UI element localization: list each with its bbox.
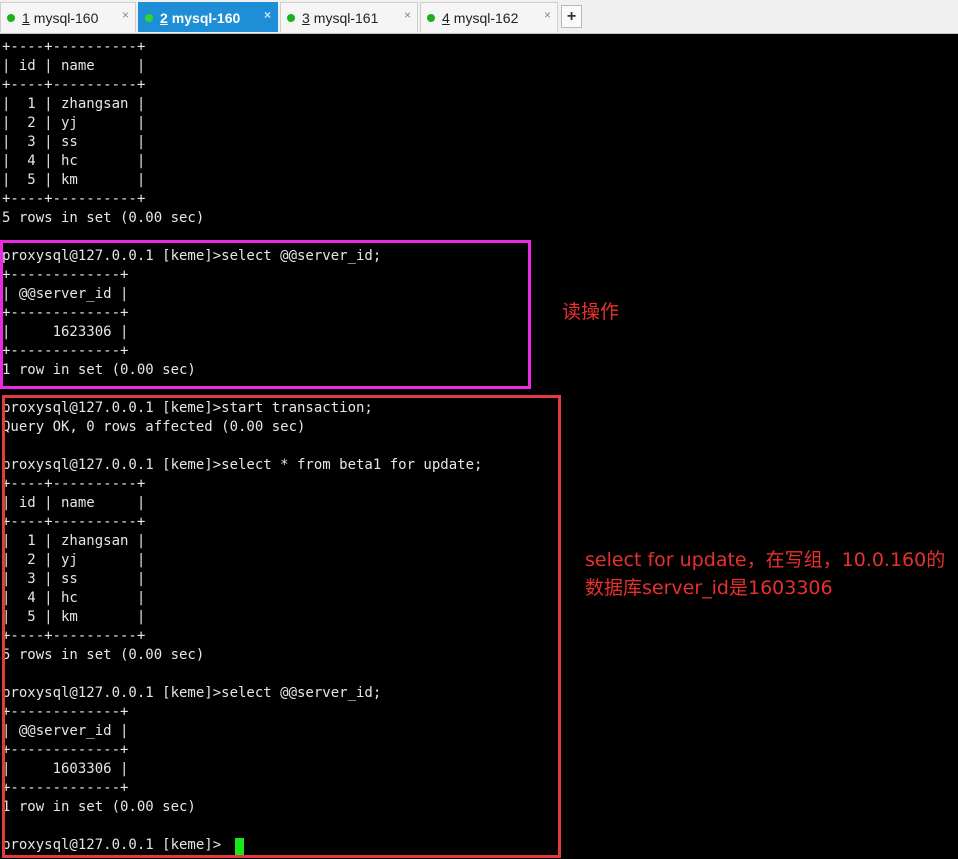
tab-label: mysql-160: [171, 9, 241, 26]
tab-number: 4: [442, 9, 450, 26]
read-operation-highlight: [0, 240, 531, 389]
tab-mysql-161[interactable]: 3 mysql-161 ×: [280, 2, 418, 32]
terminal-line: | 5 | km |: [2, 172, 146, 188]
terminal-line: | 1 | zhangsan |: [2, 96, 146, 112]
read-annotation: 读操作: [562, 301, 620, 323]
tab-mysql-160-2[interactable]: 2 mysql-160 ×: [138, 2, 278, 32]
terminal-line: 5 rows in set (0.00 sec): [2, 210, 205, 226]
connected-dot-icon: [287, 13, 295, 22]
terminal-line: | id | name |: [2, 58, 146, 74]
write-operation-highlight: [2, 395, 561, 858]
tab-label: mysql-160: [33, 9, 99, 26]
tab-label: mysql-161: [313, 9, 379, 26]
tab-label: mysql-162: [453, 9, 519, 26]
connected-dot-icon: [145, 13, 153, 22]
close-icon[interactable]: ×: [544, 8, 551, 22]
terminal-line: | 2 | yj |: [2, 115, 146, 131]
tab-number: 3: [302, 9, 310, 26]
close-icon[interactable]: ×: [122, 8, 129, 22]
tab-bar: 1 mysql-160 × 2 mysql-160 × 3 mysql-161 …: [0, 0, 958, 34]
tab-number: 1: [22, 9, 30, 26]
close-icon[interactable]: ×: [264, 8, 271, 22]
write-annotation-line2: 数据库server_id是1603306: [585, 577, 833, 599]
terminal-line: | 3 | ss |: [2, 134, 146, 150]
tab-number: 2: [160, 9, 168, 26]
terminal-line: +----+----------+: [2, 191, 146, 207]
tab-mysql-162[interactable]: 4 mysql-162 ×: [420, 2, 558, 32]
close-icon[interactable]: ×: [404, 8, 411, 22]
connected-dot-icon: [7, 13, 15, 22]
add-tab-button[interactable]: +: [561, 5, 582, 28]
terminal-line: +----+----------+: [2, 77, 146, 93]
terminal-line: | 4 | hc |: [2, 153, 146, 169]
connected-dot-icon: [427, 13, 435, 22]
write-annotation-line1: select for update，在写组，10.0.160的: [585, 549, 946, 571]
terminal-line: +----+----------+: [2, 39, 146, 55]
tab-mysql-160-1[interactable]: 1 mysql-160 ×: [0, 2, 136, 32]
